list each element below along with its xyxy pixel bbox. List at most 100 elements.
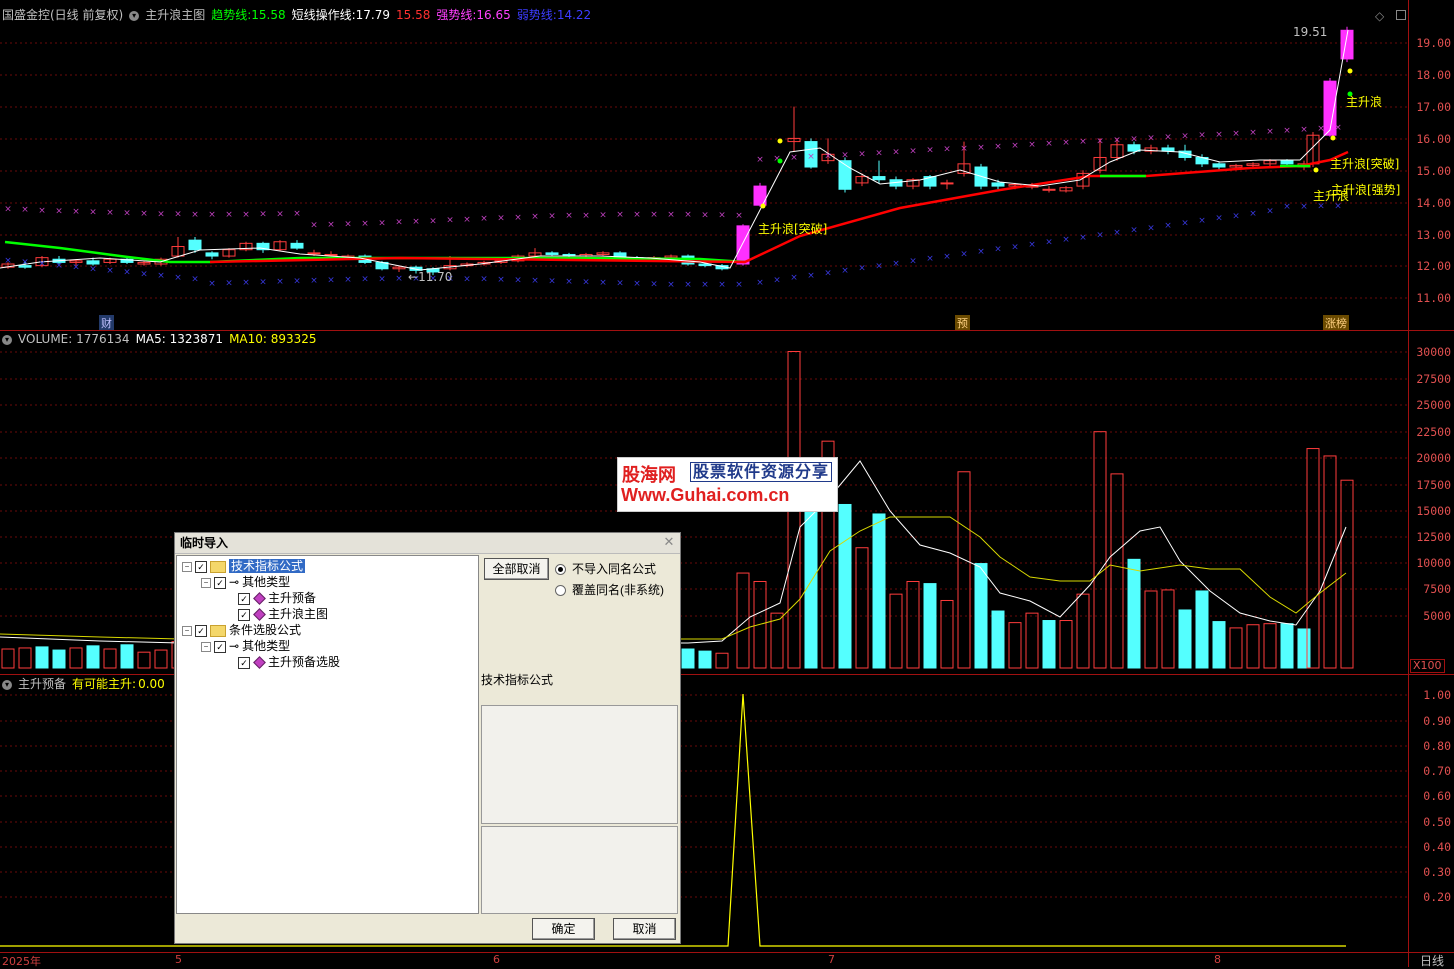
strong-mark: ×: [565, 211, 573, 221]
strong-mark: ×: [225, 210, 233, 220]
weak-mark: ×: [310, 276, 318, 286]
cancel-button[interactable]: 取消: [613, 918, 676, 940]
tag-yu: 预: [955, 315, 970, 331]
weak-mark: ×: [89, 264, 97, 274]
strong-mark: ×: [1317, 124, 1325, 134]
weak-mark: ×: [756, 278, 764, 288]
weak-mark: ×: [72, 263, 80, 273]
formula-tree[interactable]: − ✓ 技术指标公式 − ✓ ⊸ 其他类型 ✓ 主升预备 ✓ 主升浪主图 − ✓ 条件选股公式 −…: [176, 555, 479, 914]
candle-body: [872, 176, 886, 181]
weak-mark: ×: [344, 275, 352, 285]
tree-node[interactable]: ✓ 主升预备: [238, 590, 316, 606]
formula-icon: [253, 592, 266, 606]
weak-mark: ×: [599, 278, 607, 288]
cancel-all-button[interactable]: 全部取消: [484, 558, 549, 580]
volume-tick: 15000: [1416, 504, 1451, 518]
checkbox[interactable]: ✓: [195, 560, 207, 573]
close-icon[interactable]: ✕: [662, 535, 676, 549]
type-label: 技术指标公式: [481, 673, 554, 687]
x-axis-line: [0, 952, 1454, 953]
weak-mark: ×: [807, 271, 815, 281]
tree-node[interactable]: − ✓ 技术指标公式: [182, 558, 306, 574]
candle-body: [545, 252, 559, 255]
watermark-slogan: 股票软件资源分享: [690, 462, 833, 482]
weak-mark: ×: [174, 273, 182, 283]
checkbox[interactable]: ✓: [195, 624, 207, 637]
strong-mark: ×: [55, 206, 63, 216]
weak-mark: ×: [157, 271, 165, 281]
strong-mark: ×: [378, 218, 386, 228]
candle-body: [991, 182, 1005, 187]
strong-mark: ×: [807, 152, 815, 162]
price-tick: 19.00: [1416, 36, 1451, 50]
strong-mark: ×: [582, 211, 590, 221]
strong-mark: ×: [1300, 125, 1308, 135]
weak-mark: ×: [616, 279, 624, 289]
dialog-title[interactable]: 临时导入: [175, 533, 680, 554]
volume-bar: [1076, 593, 1090, 669]
strong-mark: ×: [756, 155, 764, 165]
weak-mark: ×: [875, 261, 883, 271]
weak-mark: ×: [1232, 211, 1240, 221]
collapse-icon[interactable]: −: [201, 641, 211, 652]
description-panel[interactable]: [481, 826, 678, 914]
tree-node[interactable]: ✓ 主升预备选股: [238, 654, 340, 670]
volume-bar: [1110, 473, 1124, 669]
weak-mark: ×: [650, 279, 658, 289]
period-label[interactable]: 日线: [1420, 952, 1444, 969]
candle-body: [1127, 144, 1141, 152]
checkbox[interactable]: ✓: [214, 640, 226, 653]
strong-mark: ×: [38, 206, 46, 216]
price-tick: 12.00: [1416, 259, 1451, 273]
strong-mark: ×: [960, 144, 968, 154]
x-label: 8: [1214, 953, 1221, 966]
strong-mark: ×: [926, 146, 934, 156]
short-line: [0, 29, 1349, 271]
strong-mark: ×: [123, 209, 131, 219]
checkbox[interactable]: ✓: [238, 592, 250, 605]
strong-mark: ×: [157, 209, 165, 219]
candle-body: [1161, 147, 1175, 152]
volume-tick: 10000: [1416, 556, 1451, 570]
weak-mark: ×: [1147, 223, 1155, 233]
formula-icon: [253, 608, 266, 622]
strong-mark: ×: [599, 210, 607, 220]
collapse-icon[interactable]: −: [182, 625, 192, 636]
tree-node[interactable]: − ✓ 条件选股公式: [182, 622, 301, 638]
tree-label: 主升浪主图: [268, 607, 329, 621]
strong-mark: ×: [790, 153, 798, 163]
price-chart[interactable]: × × × × × × × × × × × × × × × × × × × × × × × × × × × × × × × × × × × × × × × ×…: [0, 0, 1408, 330]
weak-mark: ×: [892, 259, 900, 269]
volume-bar: [957, 471, 971, 669]
strong-mark: ×: [429, 216, 437, 226]
preview-panel[interactable]: [481, 705, 678, 824]
volume-unit: X100: [1410, 659, 1445, 673]
radio-dot[interactable]: [555, 564, 566, 576]
weak-mark: ×: [977, 247, 985, 257]
checkbox[interactable]: ✓: [238, 656, 250, 669]
tree-node[interactable]: − ✓ ⊸ 其他类型: [201, 574, 290, 590]
radio-overwrite[interactable]: 覆盖同名(非系统): [555, 581, 664, 598]
signal-breakout-2: 主升浪[突破]: [1330, 157, 1400, 171]
sub-tick: 0.60: [1423, 789, 1451, 803]
checkbox[interactable]: ✓: [238, 608, 250, 621]
volume-bar: [906, 580, 920, 669]
volume-bar: [736, 572, 750, 669]
price-tick: 15.00: [1416, 164, 1451, 178]
tree-node[interactable]: ✓ 主升浪主图: [238, 606, 328, 622]
collapse-icon[interactable]: −: [182, 561, 192, 572]
volume-bar: [1059, 620, 1073, 669]
collapse-icon[interactable]: −: [201, 577, 211, 588]
radio-skip-duplicate[interactable]: 不导入同名公式: [555, 560, 656, 577]
ok-button[interactable]: 确定: [532, 918, 595, 940]
weak-mark: ×: [1283, 202, 1291, 212]
key-icon: ⊸: [229, 639, 240, 653]
checkbox[interactable]: ✓: [214, 576, 226, 589]
radio-dot[interactable]: [555, 585, 566, 597]
strong-mark: ×: [480, 214, 488, 224]
strong-mark: ×: [684, 210, 692, 220]
high-label: 19.51: [1293, 25, 1328, 39]
strong-mark: ×: [633, 210, 641, 220]
sub-tick: 1.00: [1423, 688, 1451, 702]
tree-node[interactable]: − ✓ ⊸ 其他类型: [201, 638, 290, 654]
